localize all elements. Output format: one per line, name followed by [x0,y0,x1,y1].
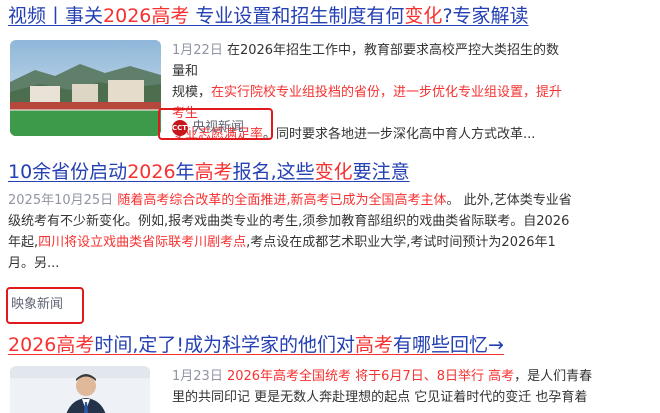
result-snippet: 1月23日 2026年高考全国统考 将于6月7日、8日举行 高考，是人们青春 里… [172,366,642,408]
title-keyword-highlight: 2026高考 [8,334,95,356]
snippet-text: 月。另... [8,256,60,271]
result-title[interactable]: 10余省份启动2026年高考报名,这些变化要注意 [8,160,410,184]
title-text: 视频丨事关 [8,5,104,27]
snippet-text: 级统考有不少新变化。例如,报考戏曲类专业的考生,须参加教育部组织的戏曲类省际联考… [8,214,570,229]
snippet-line: 年起,四川将设立戏曲类省际联考川剧考点,考点设在成都艺术职业大学,考试时间预计为… [8,232,648,253]
result-title[interactable]: 视频丨事关2026高考 专业设置和招生制度有何变化?专家解读 [8,4,529,28]
snippet-text: 。同时要求各地进一步深化高中育人方式改革... [263,127,536,142]
result-snippet: 2025年10月25日 随着高考综合改革的全面推进,新高考已成为全国高考主体。 … [8,190,648,274]
result-thumbnail[interactable] [10,40,161,136]
snippet-text: ，是人们青春 [514,369,593,384]
title-keyword-highlight: 变化 [404,5,443,27]
snippet-line: 里的共同印记 更是无数人奔赴理想的起点 它见证着时代的变迁 也孕育着 [172,387,642,408]
snippet-line: 级统考有不少新变化。例如,报考戏曲类专业的考生,须参加教育部组织的戏曲类省际联考… [8,211,648,232]
result-date: 1月22日 [172,43,223,58]
title-text: 10余省份启动 [8,161,128,183]
title-keyword-highlight: 2026高考 [103,5,190,27]
snippet-text: 里的共同印记 更是无数人奔赴理想的起点 它见证着时代的变迁 也孕育着 [172,390,588,405]
title-text: 要注意 [352,161,410,183]
result-date: 2025年10月25日 [8,193,114,208]
snippet-text: 年起, [8,235,39,250]
snippet-highlight: 2026年高考全国统考 将于6月7日、8日举行 高考 [226,369,515,384]
snippet-line: 月。另... [8,253,648,274]
title-text: 报名,这些 [232,161,315,183]
title-text: 年 [175,161,195,183]
title-text: 时间,定了!成为科学家的他们对 [94,334,356,356]
title-text: ?专家解读 [442,5,529,27]
highlight-box [6,287,84,324]
snippet-text: 在2026年招生工作中，教育部要求高校严控大类招生的数量和 [172,43,560,79]
snippet-highlight: 四川将设立戏曲类省际联考川剧考点 [38,235,247,250]
title-keyword-highlight: 2026 [127,161,176,183]
snippet-line: 1月23日 2026年高考全国统考 将于6月7日、8日举行 高考，是人们青春 [172,366,642,387]
portrait-photo [10,366,150,413]
snippet-line: 1月22日 在2026年招生工作中，教育部要求高校严控大类招生的数量和 [172,40,572,82]
result-date: 1月23日 [172,369,223,384]
snippet-highlight: 随着高考综合改革的全面推进,新高考已成为全国高考主体 [117,193,447,208]
snippet-text: ,考点设在成都艺术职业大学,考试时间预计为2026年1 [246,235,556,250]
title-keyword-highlight: 变化 [314,161,353,183]
snippet-text: 。 此外,艺体类专业省 [446,193,572,208]
snippet-text: 规模， [172,85,212,100]
result-title[interactable]: 2026高考时间,定了!成为科学家的他们对高考有哪些回忆→ [8,333,504,357]
result-thumbnail[interactable] [10,366,150,413]
title-text: 专业设置和招生制度有何 [189,5,405,27]
title-keyword-highlight: 高考 [355,334,394,356]
snippet-line: 2025年10月25日 随着高考综合改革的全面推进,新高考已成为全国高考主体。 … [8,190,648,211]
title-text: 有哪些回忆→ [393,334,504,356]
campus-photo [10,40,161,136]
highlight-box [158,108,273,140]
search-results-page: 视频丨事关2026高考 专业设置和招生制度有何变化?专家解读 1月22日 在20… [0,0,660,413]
title-keyword-highlight: 高考 [194,161,233,183]
